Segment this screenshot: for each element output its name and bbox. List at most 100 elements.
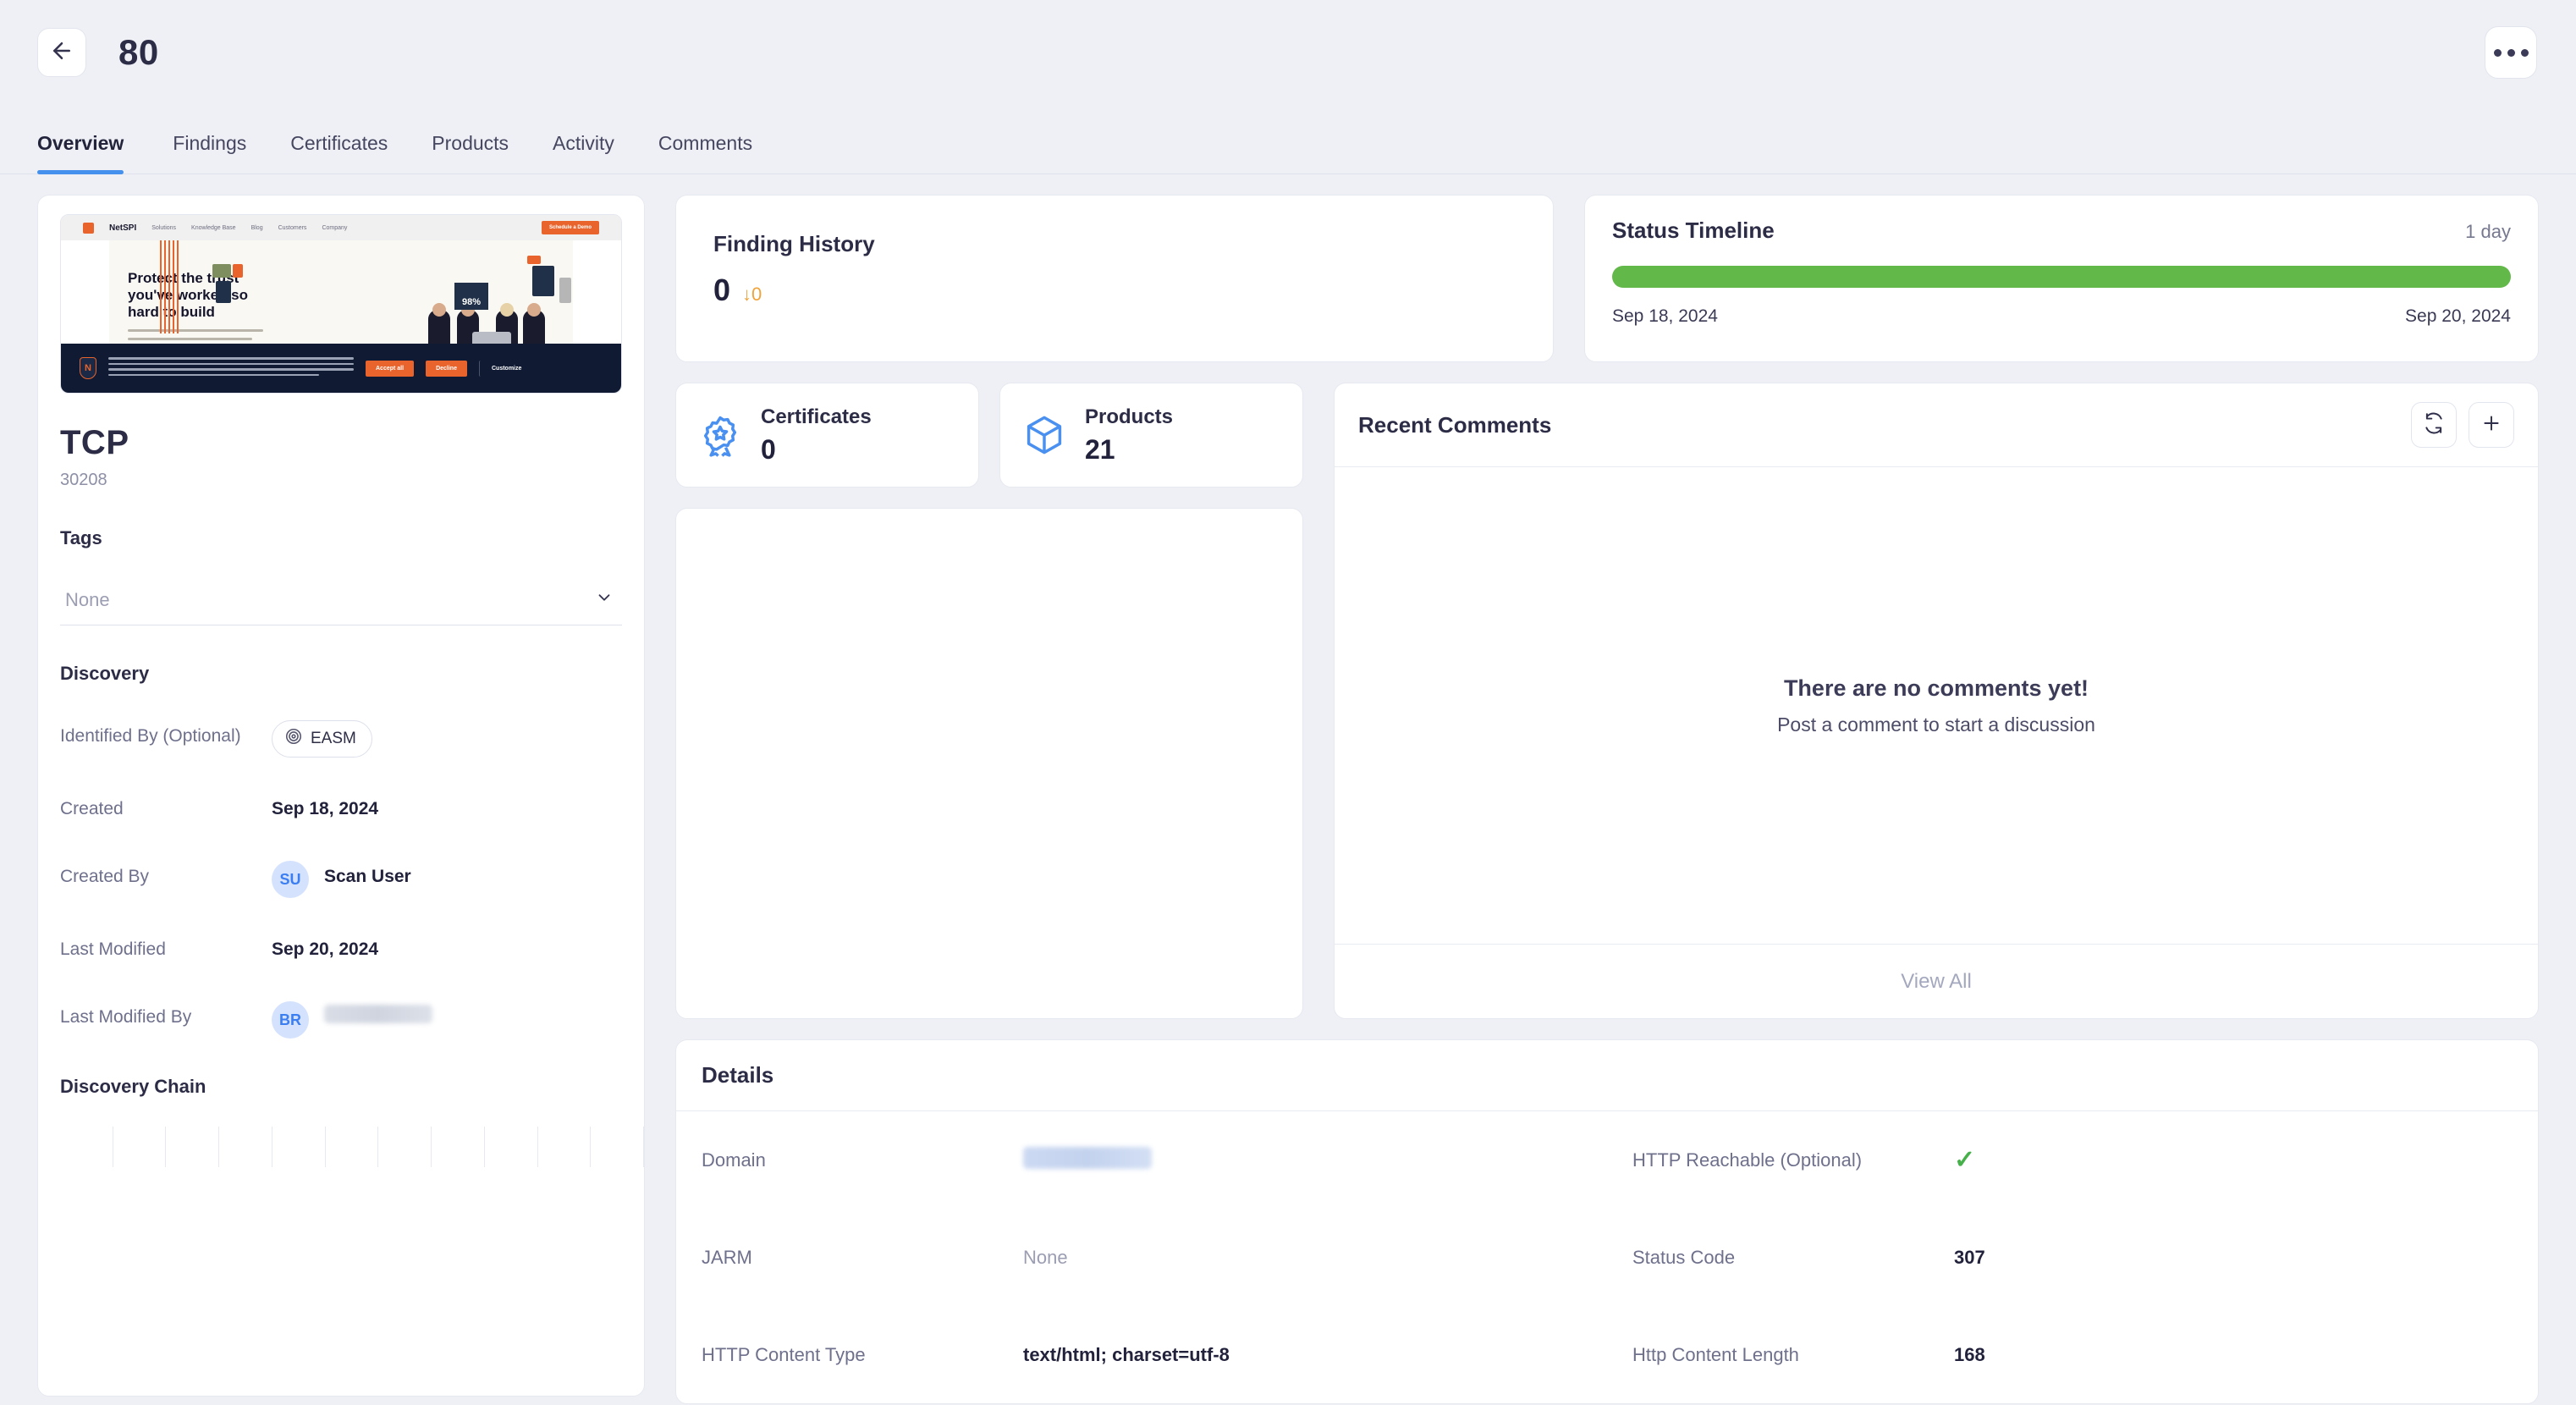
recent-comments-card: Recent Comments There are no comments ye… (1334, 383, 2539, 1019)
tab-products[interactable]: Products (410, 132, 531, 174)
tab-findings[interactable]: Findings (151, 132, 268, 174)
field-value: Sep 18, 2024 (272, 799, 379, 818)
field-value-redacted (324, 1001, 432, 1039)
detail-label: Http Content Length (1632, 1343, 1799, 1365)
field-identified-by: Identified By (Optional) EASM (38, 720, 644, 758)
recent-comments-actions (2411, 402, 2514, 448)
finding-history-delta-value: 0 (751, 284, 762, 305)
summary-cards-row: Finding History 0 ↓0 Status Timeline 1 d… (675, 195, 2539, 362)
status-timeline-card: Status Timeline 1 day Sep 18, 2024 Sep 2… (1584, 195, 2539, 362)
preview-headline: Protect the trust you've worked so hard … (128, 270, 248, 320)
comments-empty-subtitle: Post a comment to start a discussion (1777, 713, 2095, 736)
preview-cookie-banner: N Accept all Decline Customize (61, 344, 621, 393)
asset-detail-page: 80 Overview Findings Certificates Produc… (0, 0, 2576, 1405)
preview-customize-button: Customize (478, 360, 531, 377)
tags-select[interactable]: None (60, 578, 622, 625)
discovery-chain (38, 1127, 644, 1167)
products-stat-card[interactable]: Products 21 (999, 383, 1303, 488)
cube-icon (1022, 413, 1066, 457)
field-label: Created (60, 799, 124, 818)
more-options-button[interactable] (2485, 26, 2537, 79)
details-title: Details (702, 1062, 774, 1088)
preview-accent-lines (160, 240, 184, 333)
certificate-ribbon-icon (698, 413, 742, 457)
target-icon (284, 727, 303, 751)
products-stat-text: Products 21 (1085, 405, 1173, 466)
recent-comments-title: Recent Comments (1358, 411, 1552, 438)
field-label: Identified By (Optional) (60, 726, 241, 746)
detail-row-status-code: Status Code 307 (1607, 1209, 2538, 1306)
certificates-stat-card[interactable]: Certificates 0 (675, 383, 979, 488)
detail-label: HTTP Content Type (702, 1343, 866, 1365)
refresh-comments-button[interactable] (2411, 402, 2457, 448)
preview-hero-inner: Protect the trust you've worked so hard … (109, 240, 573, 344)
chevron-down-icon (590, 588, 619, 611)
back-button[interactable] (37, 28, 86, 77)
preview-tile (216, 281, 231, 303)
preview-hero: Protect the trust you've worked so hard … (61, 240, 621, 393)
preview-tile (233, 264, 243, 278)
status-timeline-end-date: Sep 20, 2024 (2405, 306, 2511, 326)
stats-empty-panel (675, 508, 1303, 1019)
detail-label: JARM (702, 1246, 752, 1268)
finding-history-count: 0 (713, 273, 731, 307)
certificates-value: 0 (761, 433, 776, 465)
products-value: 21 (1085, 433, 1115, 465)
stats-column: Certificates 0 Products 21 (675, 383, 1303, 1019)
preview-accept-all-button: Accept all (366, 360, 415, 377)
detail-row-jarm: JARM None (676, 1209, 1607, 1306)
discovery-chain-label: Discovery Chain (60, 1076, 206, 1097)
field-last-modified: Last Modified Sep 20, 2024 (38, 934, 644, 966)
detail-value-redacted (1023, 1146, 1152, 1174)
preview-nav-link: Solutions (151, 224, 177, 231)
preview-people-photo (416, 259, 564, 344)
detail-label: Status Code (1632, 1246, 1736, 1268)
detail-value: 168 (1954, 1343, 1985, 1365)
detail-value: 307 (1954, 1246, 1985, 1268)
view-all-comments-button[interactable]: View All (1335, 944, 2538, 1018)
status-timeline-title: Status Timeline (1612, 218, 1775, 243)
detail-row-http-reachable: HTTP Reachable (Optional) ✓ (1607, 1111, 2538, 1209)
refresh-icon (2423, 412, 2445, 438)
content-area: NetSPI Solutions Knowledge Base Blog Cus… (0, 174, 2576, 1404)
site-screenshot-preview[interactable]: NetSPI Solutions Knowledge Base Blog Cus… (60, 214, 622, 394)
tab-certificates[interactable]: Certificates (268, 132, 410, 174)
preview-tile (212, 264, 231, 278)
tab-comments[interactable]: Comments (636, 132, 774, 174)
finding-history-delta: ↓0 (742, 284, 762, 306)
preview-brand: NetSPI (109, 223, 137, 233)
recent-comments-empty-state: There are no comments yet! Post a commen… (1335, 467, 2538, 944)
page-title: 80 (118, 32, 159, 72)
status-timeline-header: Status Timeline 1 day (1612, 218, 2511, 244)
add-comment-button[interactable] (2469, 402, 2514, 448)
arrow-down-icon: ↓ (742, 284, 752, 305)
tab-activity[interactable]: Activity (531, 132, 636, 174)
asset-type-heading: TCP (60, 424, 129, 461)
status-timeline-duration: 1 day (2465, 221, 2511, 242)
plus-icon (2480, 412, 2502, 438)
preview-cookie-text (108, 357, 354, 379)
easm-badge[interactable]: EASM (272, 720, 372, 758)
tab-overview[interactable]: Overview (37, 132, 151, 174)
detail-row-http-content-type: HTTP Content Type text/html; charset=utf… (676, 1306, 1607, 1403)
field-value: Scan User (324, 867, 411, 886)
comments-empty-title: There are no comments yet! (1783, 675, 2089, 701)
netspi-logo-icon (83, 222, 94, 234)
tab-bar: Overview Findings Certificates Products … (0, 105, 2576, 174)
asset-id: 30208 (60, 471, 107, 489)
avatar: BR (272, 1001, 309, 1039)
field-last-modified-by: Last Modified By BR (38, 1001, 644, 1039)
preview-decline-button: Decline (426, 360, 467, 377)
view-all-label: View All (1901, 969, 1972, 993)
field-label: Created By (60, 867, 150, 886)
status-timeline-dates: Sep 18, 2024 Sep 20, 2024 (1612, 306, 2511, 327)
field-value: Sep 20, 2024 (272, 939, 379, 959)
more-horizontal-icon (2493, 48, 2502, 57)
finding-history-title: Finding History (713, 231, 875, 256)
preview-navbar: NetSPI Solutions Knowledge Base Blog Cus… (61, 215, 621, 240)
details-card: Details Domain HTTP Reachable (Optional)… (675, 1039, 2539, 1404)
detail-row-domain: Domain (676, 1111, 1607, 1209)
details-grid: Domain HTTP Reachable (Optional) ✓ JARM … (676, 1111, 2538, 1403)
field-created: Created Sep 18, 2024 (38, 793, 644, 825)
discovery-section-label: Discovery (60, 663, 150, 684)
